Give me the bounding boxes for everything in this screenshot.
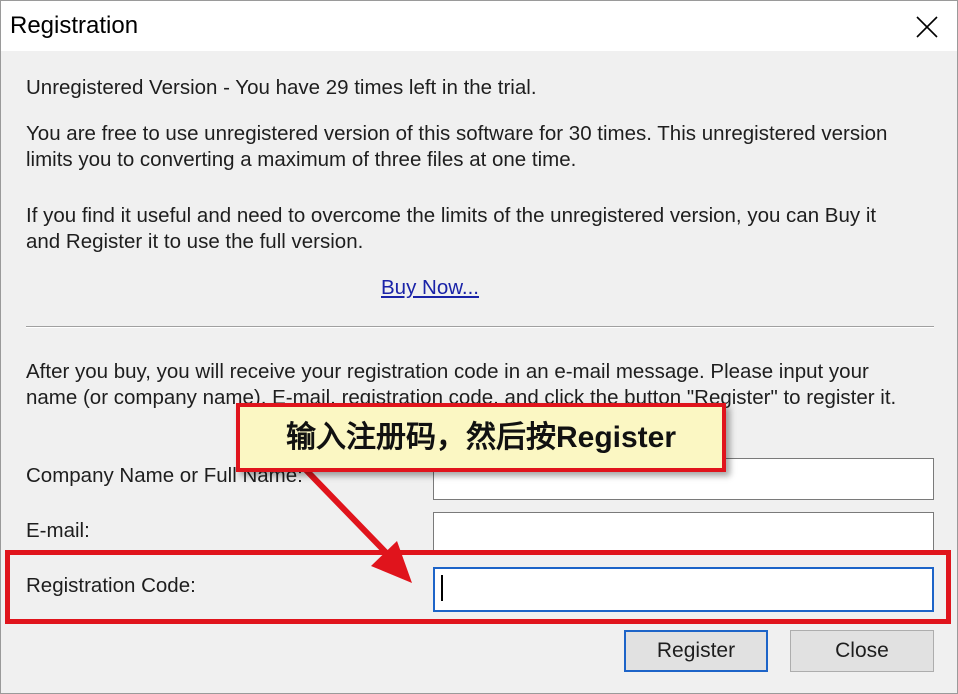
annotation-callout: 输入注册码，然后按Register: [236, 403, 726, 472]
annotation-arrow: [303, 467, 412, 583]
